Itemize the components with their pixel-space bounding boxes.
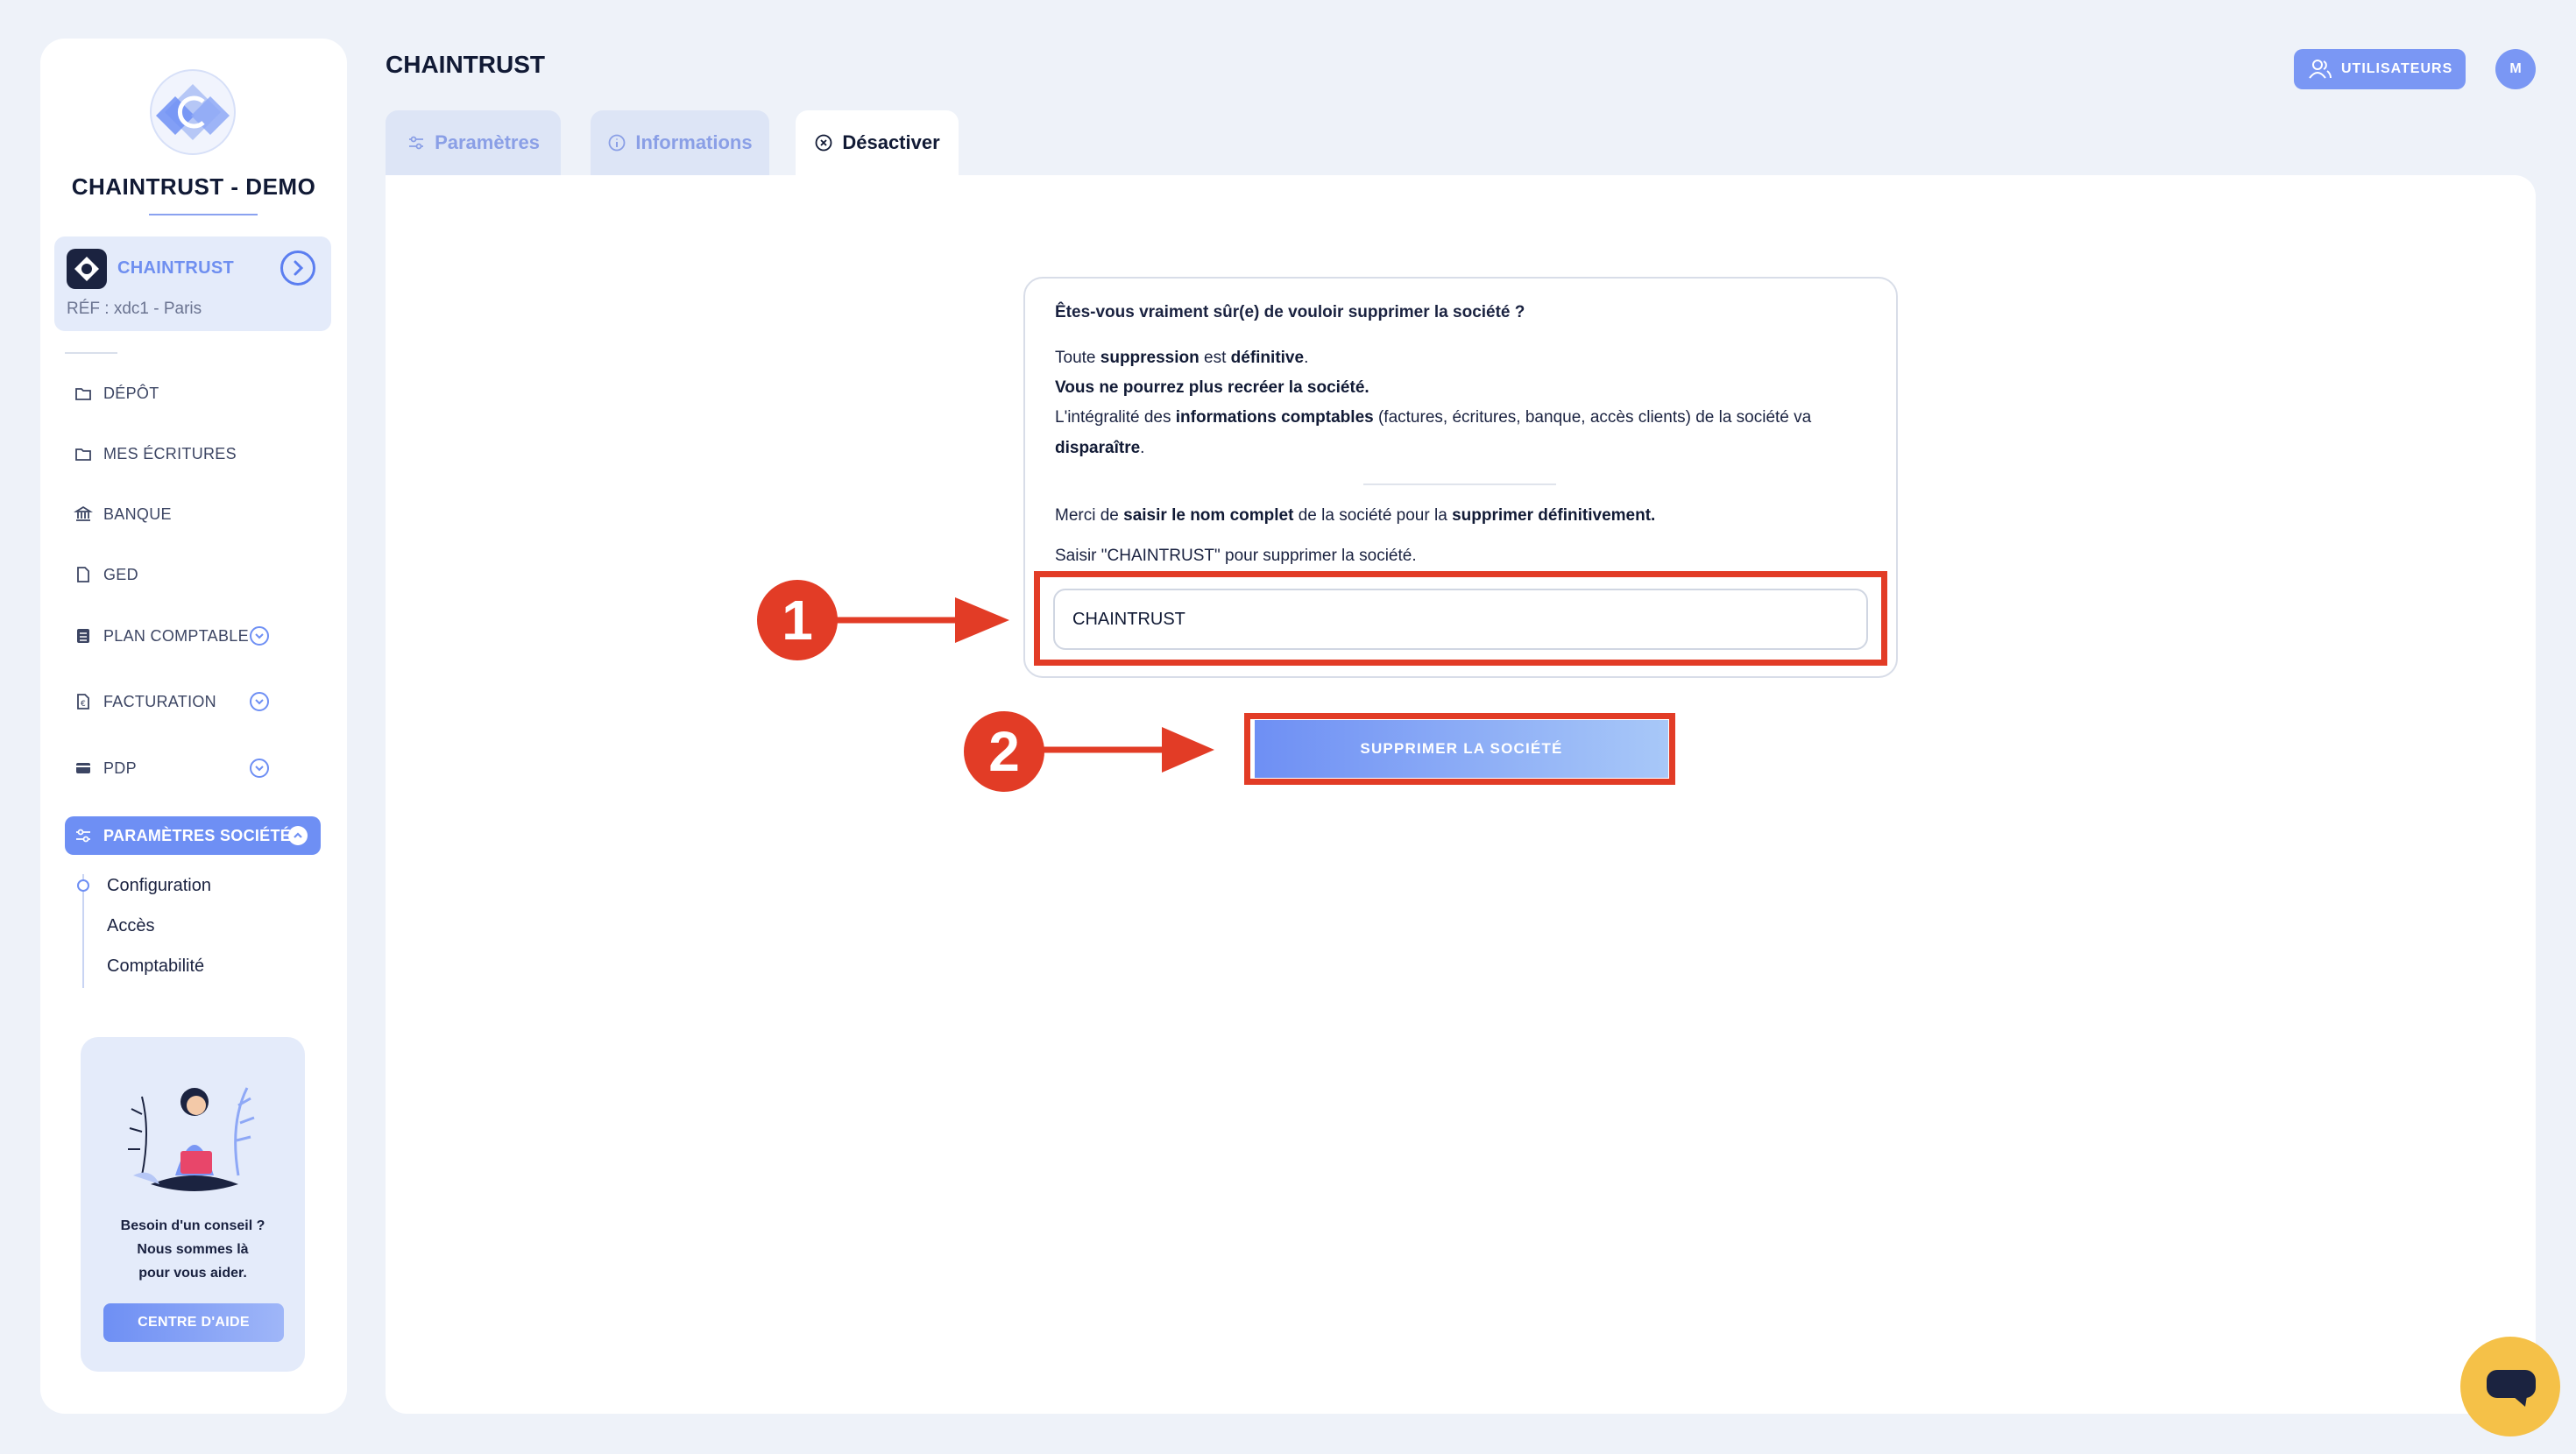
dialog-line: Toute suppression est définitive. bbox=[1055, 349, 1308, 368]
chevron-up-icon[interactable] bbox=[287, 825, 308, 846]
sidebar-item-mes-ecritures[interactable]: MES ÉCRITURES bbox=[32, 436, 286, 471]
tab-desactiver[interactable]: Désactiver bbox=[796, 110, 959, 175]
close-circle-icon bbox=[815, 134, 832, 152]
tab-label: Désactiver bbox=[842, 131, 940, 153]
chevron-down-icon[interactable] bbox=[249, 625, 270, 646]
sidebar-item-label: BANQUE bbox=[103, 505, 172, 523]
dialog-text: Merci de bbox=[1055, 506, 1124, 525]
sidebar-subitem-comptabilite[interactable]: Comptabilité bbox=[107, 956, 204, 977]
svg-text:€: € bbox=[81, 700, 86, 709]
card-icon bbox=[76, 763, 90, 773]
dialog-instruction: Saisir "CHAINTRUST" pour supprimer la so… bbox=[1055, 547, 1417, 565]
sidebar-item-banque[interactable]: BANQUE bbox=[32, 497, 286, 532]
dialog-text-bold: saisir le nom complet bbox=[1123, 506, 1294, 525]
folder-icon bbox=[75, 448, 91, 461]
tab-informations[interactable]: Informations bbox=[591, 110, 769, 175]
chat-icon bbox=[2487, 1370, 2536, 1407]
dialog-text: de la société pour la bbox=[1293, 506, 1453, 525]
help-text: Besoin d'un conseil ? Nous sommes là pou… bbox=[81, 1214, 305, 1285]
sidebar-item-label: GED bbox=[103, 565, 138, 583]
dialog-text: (factures, écritures, banque, accès clie… bbox=[1373, 408, 1812, 427]
dialog-divider bbox=[1363, 483, 1556, 485]
bank-icon bbox=[74, 505, 93, 521]
step1-arrow-icon bbox=[834, 597, 1009, 643]
sidebar-item-label: FACTURATION bbox=[103, 692, 216, 710]
help-text-line: Besoin d'un conseil ? bbox=[120, 1218, 265, 1233]
dialog-question: Êtes-vous vraiment sûr(e) de vouloir sup… bbox=[1055, 303, 1525, 321]
chevron-down-icon[interactable] bbox=[249, 758, 270, 779]
sidebar-item-label: MES ÉCRITURES bbox=[103, 444, 237, 462]
chevron-right-icon[interactable] bbox=[280, 251, 315, 286]
users-button[interactable]: UTILISATEURS bbox=[2294, 49, 2466, 89]
folder-icon bbox=[75, 388, 91, 400]
step1-badge: 1 bbox=[757, 580, 838, 660]
step1-highlight-box bbox=[1034, 571, 1887, 666]
dialog-text: est bbox=[1199, 349, 1231, 367]
step2-highlight-box bbox=[1244, 713, 1675, 785]
sidebar-item-parametres-societe[interactable]: PARAMÈTRES SOCIÉTÉ bbox=[65, 816, 321, 855]
dialog-text: Toute bbox=[1055, 349, 1100, 367]
dialog-text-bold: suppression bbox=[1100, 349, 1200, 367]
tab-label: Informations bbox=[635, 131, 753, 153]
help-text-line: pour vous aider. bbox=[138, 1266, 247, 1281]
dialog-line: disparaître. bbox=[1055, 439, 1144, 458]
help-center-button[interactable]: CENTRE D'AIDE bbox=[103, 1303, 284, 1342]
sidebar-item-label: PDP bbox=[103, 759, 137, 777]
sidebar-subitem-configuration[interactable]: Configuration bbox=[107, 876, 211, 896]
company-card-ref: RÉF : xdc1 - Paris bbox=[67, 300, 202, 318]
page-title: CHAINTRUST bbox=[386, 51, 545, 78]
company-card-name: CHAINTRUST bbox=[117, 258, 234, 278]
dialog-text-bold: supprimer définitivement. bbox=[1452, 506, 1656, 525]
help-card: Besoin d'un conseil ? Nous sommes là pou… bbox=[81, 1037, 305, 1372]
sidebar-item-label: PARAMÈTRES SOCIÉTÉ bbox=[103, 826, 292, 844]
step2-badge: 2 bbox=[964, 711, 1044, 792]
users-button-label: UTILISATEURS bbox=[2341, 61, 2453, 76]
sliders-icon bbox=[409, 136, 424, 150]
step2-arrow-icon bbox=[1041, 727, 1214, 773]
dialog-text-bold: définitive bbox=[1230, 349, 1305, 367]
submenu-active-dot bbox=[77, 879, 89, 892]
tab-parametres[interactable]: Paramètres bbox=[386, 110, 561, 175]
info-icon bbox=[608, 134, 626, 152]
document-icon bbox=[77, 567, 89, 582]
company-logo-icon[interactable] bbox=[149, 68, 237, 156]
dialog-line: Vous ne pourrez plus recréer la société. bbox=[1055, 378, 1369, 398]
sidebar-divider bbox=[65, 352, 117, 354]
sidebar-item-depot[interactable]: DÉPÔT bbox=[32, 376, 286, 411]
sidebar-item-ged[interactable]: GED bbox=[32, 557, 286, 592]
sliders-icon bbox=[76, 829, 90, 843]
sidebar-item-facturation[interactable]: € FACTURATION bbox=[32, 684, 286, 719]
dialog-text-bold: disparaître bbox=[1055, 439, 1141, 457]
sidebar-subitem-acces[interactable]: Accès bbox=[107, 916, 154, 936]
avatar[interactable]: M bbox=[2495, 49, 2536, 89]
sidebar-item-label: DÉPÔT bbox=[103, 384, 159, 402]
company-card[interactable]: CHAINTRUST RÉF : xdc1 - Paris bbox=[54, 236, 331, 331]
tab-label: Paramètres bbox=[435, 131, 540, 153]
sidebar-item-label: PLAN COMPTABLE bbox=[103, 626, 249, 645]
dialog-text-bold: Vous ne pourrez plus recréer la société. bbox=[1055, 378, 1369, 397]
company-card-logo-icon bbox=[67, 249, 107, 289]
dialog-text: . bbox=[1140, 439, 1145, 457]
users-icon bbox=[2309, 60, 2332, 79]
dialog-line: L'intégralité des informations comptable… bbox=[1055, 408, 1811, 427]
sidebar-item-plan-comptable[interactable]: PLAN COMPTABLE bbox=[32, 618, 286, 653]
dialog-text-bold: informations comptables bbox=[1175, 408, 1374, 427]
ledger-icon bbox=[77, 629, 89, 643]
help-illustration-icon bbox=[128, 1087, 255, 1191]
chevron-down-icon[interactable] bbox=[249, 691, 270, 712]
dialog-text: . bbox=[1304, 349, 1309, 367]
chat-support-button[interactable] bbox=[2460, 1337, 2560, 1436]
help-text-line: Nous sommes là bbox=[137, 1242, 249, 1257]
dialog-line: Merci de saisir le nom complet de la soc… bbox=[1055, 506, 1655, 526]
company-name-underline bbox=[149, 214, 258, 215]
sidebar-item-pdp[interactable]: PDP bbox=[32, 751, 286, 786]
invoice-icon: € bbox=[77, 694, 89, 709]
company-name: CHAINTRUST - DEMO bbox=[71, 173, 316, 200]
dialog-text: L'intégralité des bbox=[1055, 408, 1176, 427]
